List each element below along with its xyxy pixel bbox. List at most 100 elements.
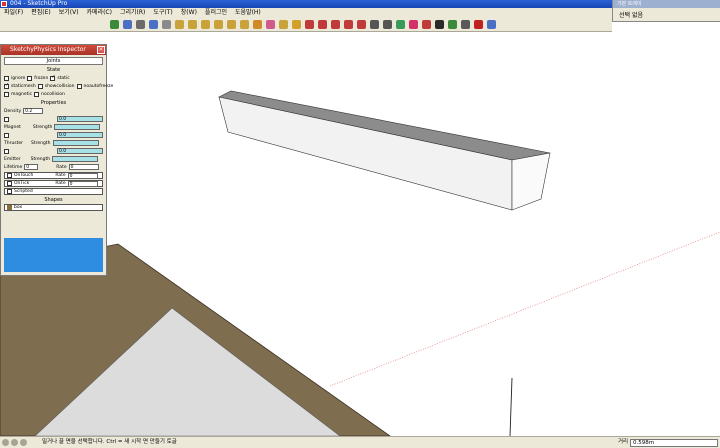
ontouch-label: OnTouch <box>14 173 34 178</box>
state-row-1: ignore frozen static <box>1 74 106 82</box>
emitter-row: 0.0 <box>1 147 106 155</box>
emitter-rate-input[interactable]: 0 <box>68 164 99 170</box>
noautofreeze-checkbox[interactable] <box>76 83 82 89</box>
credits-icon[interactable] <box>11 439 18 446</box>
menu-item-1[interactable]: 편집(E) <box>31 8 51 18</box>
protractor-icon[interactable] <box>435 20 444 29</box>
menu-bar: 파일(F) 편집(E) 보기(V) 카메라(C) 그리기(R) 도구(T) 창(W) 플러그인… <box>0 8 612 18</box>
frozen-checkbox[interactable] <box>27 75 33 81</box>
ontick-rate-input[interactable]: 0 <box>67 180 98 187</box>
zoom-icon[interactable] <box>136 20 145 29</box>
magnetic-checkbox[interactable] <box>4 91 9 97</box>
state-row-3: magnetic nocollision <box>1 90 106 98</box>
rectangle-icon[interactable] <box>344 20 353 29</box>
sketchup-window: 004 - SketchUp Pro 파일(F) 편집(E) 보기(V) 카메라(C)… <box>0 0 720 448</box>
rotate-icon[interactable] <box>292 20 301 29</box>
status-help-text: 밀거나 끌 면을 선택합니다. Ctrl = 새 시작 면 만들기 토글 <box>42 439 177 445</box>
menu-item-8[interactable]: 도움말(H) <box>235 8 261 18</box>
distance-label: 거리 <box>618 439 629 445</box>
selection-label: 선택 없음 <box>619 12 643 19</box>
default-tray: 기본 트레이 선택 없음 <box>612 0 720 22</box>
app-icon <box>1 1 7 7</box>
menu-item-6[interactable]: 창(W) <box>181 8 197 18</box>
nocollision-label: nocollision <box>41 91 65 97</box>
nocollision-checkbox[interactable] <box>34 91 40 97</box>
scene-svg <box>0 90 720 436</box>
follow-me-icon[interactable] <box>396 20 405 29</box>
title-bar: 004 - SketchUp Pro <box>0 0 612 8</box>
arc-icon[interactable] <box>318 20 327 29</box>
emitter-strength-input[interactable]: 0.0 <box>57 148 103 154</box>
density-label: Density <box>4 108 22 114</box>
push-pull-icon[interactable] <box>370 20 379 29</box>
emitter-strength-bar <box>52 156 99 162</box>
state-row-2: staticmesh showcollision noautofreeze <box>1 82 113 90</box>
record-icon[interactable] <box>474 20 483 29</box>
distance-input[interactable]: 0.598m <box>630 439 718 447</box>
menu-item-2[interactable]: 보기(V) <box>59 8 79 18</box>
density-input[interactable]: 0.2 <box>23 108 44 114</box>
geo-location-icon[interactable] <box>2 439 9 446</box>
scale-icon[interactable] <box>409 20 418 29</box>
drawing-viewport[interactable]: SketchyPhysics Inspector × Joints State … <box>0 32 720 436</box>
staticmesh-label: staticmesh <box>11 83 36 89</box>
offset-icon[interactable] <box>383 20 392 29</box>
pan-icon[interactable] <box>123 20 132 29</box>
menu-item-0[interactable]: 파일(F) <box>4 8 23 18</box>
joints-button[interactable]: Joints <box>4 57 103 65</box>
back-view-icon[interactable] <box>227 20 236 29</box>
tape-icon[interactable] <box>422 20 431 29</box>
thruster-checkbox[interactable] <box>4 132 9 138</box>
line-icon[interactable] <box>305 20 314 29</box>
showcollision-checkbox[interactable] <box>37 83 43 89</box>
ignore-checkbox[interactable] <box>4 75 9 81</box>
menu-item-3[interactable]: 카메라(C) <box>87 8 112 18</box>
staticmesh-checkbox[interactable] <box>4 82 9 89</box>
zoom-extents-icon[interactable] <box>149 20 158 29</box>
ontouch-checkbox[interactable] <box>7 173 12 178</box>
play-icon[interactable] <box>487 20 496 29</box>
thruster-strength-bar <box>52 140 99 146</box>
magnet-label: Magnet <box>4 124 21 130</box>
magnet-checkbox[interactable] <box>4 116 9 122</box>
move-icon[interactable] <box>279 20 288 29</box>
beam-end-face <box>511 152 551 211</box>
axes-icon[interactable] <box>461 20 470 29</box>
prev-view-icon[interactable] <box>162 20 171 29</box>
emitter-checkbox[interactable] <box>4 148 9 154</box>
help-icon[interactable] <box>20 439 27 446</box>
shape-value: box <box>14 205 23 210</box>
close-icon[interactable]: × <box>97 46 105 54</box>
lifetime-input[interactable]: 0 <box>24 164 39 170</box>
right-view-icon[interactable] <box>214 20 223 29</box>
thruster-label: Thruster <box>4 140 24 146</box>
thruster-strength-input[interactable]: 0.0 <box>57 132 103 138</box>
shapes-header: Shapes <box>44 197 63 203</box>
magnet-strength-input[interactable]: 0.0 <box>57 116 103 122</box>
text-icon[interactable] <box>448 20 457 29</box>
ignore-label: ignore <box>11 75 26 81</box>
orbit-icon[interactable] <box>110 20 119 29</box>
menu-item-5[interactable]: 도구(T) <box>153 8 172 18</box>
ontouch-rate-input[interactable]: 0 <box>67 172 98 179</box>
shape-select[interactable]: box <box>4 204 103 211</box>
emitter-label: Emitter <box>4 156 21 162</box>
eraser-icon[interactable] <box>266 20 275 29</box>
polygon-icon[interactable] <box>357 20 366 29</box>
status-icons <box>2 439 27 446</box>
static-checkbox[interactable] <box>50 74 56 81</box>
magnet-strength-label: Strength <box>32 124 53 130</box>
circle-icon[interactable] <box>331 20 340 29</box>
ontick-label: OnTick <box>14 181 30 186</box>
scripted-checkbox[interactable] <box>7 189 12 194</box>
tray-title: 기본 트레이 <box>613 0 720 8</box>
top-view-icon[interactable] <box>188 20 197 29</box>
menu-item-4[interactable]: 그리기(R) <box>120 8 145 18</box>
sketchyphysics-inspector: SketchyPhysics Inspector × Joints State … <box>0 44 113 276</box>
paint-bucket-icon[interactable] <box>253 20 262 29</box>
menu-item-7[interactable]: 플러그인 <box>205 8 227 18</box>
iso-view-icon[interactable] <box>175 20 184 29</box>
left-view-icon[interactable] <box>240 20 249 29</box>
front-view-icon[interactable] <box>201 20 210 29</box>
ontick-checkbox[interactable] <box>7 181 12 186</box>
